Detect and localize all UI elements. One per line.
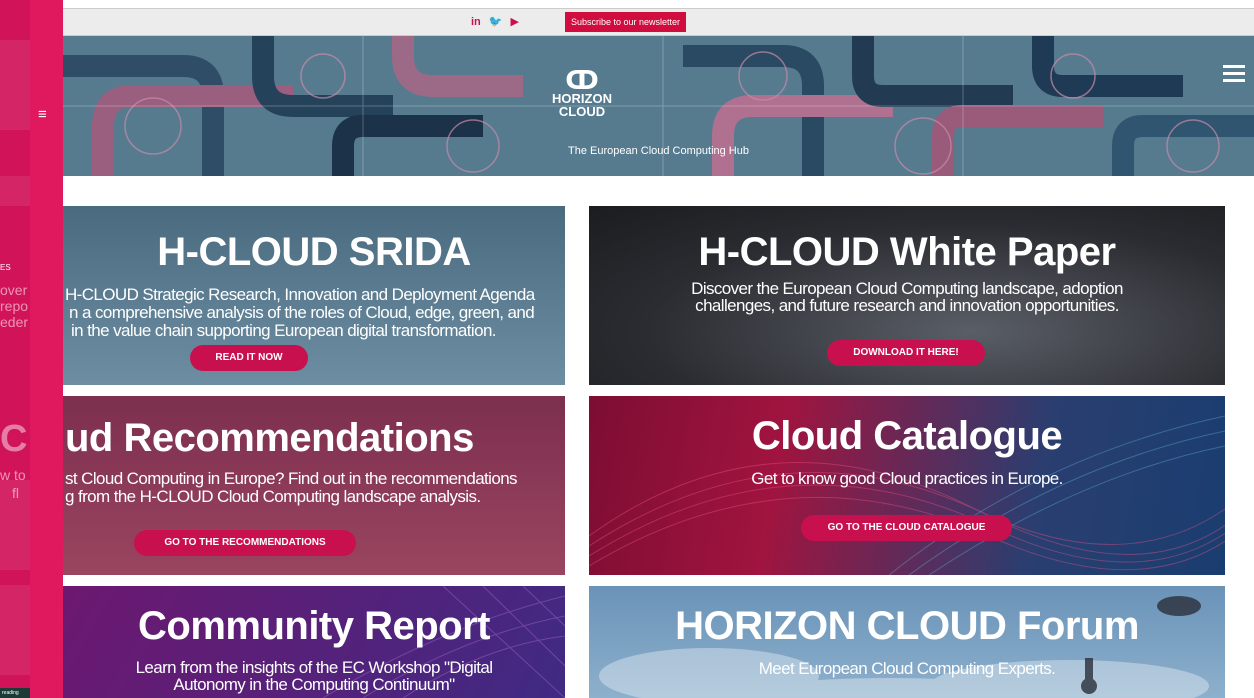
download-button[interactable]: DOWNLOAD IT HERE! xyxy=(827,340,985,366)
card-title: ud Recommendations xyxy=(65,416,474,460)
page: ES over repo eder C w to fl ≡ reading in… xyxy=(0,0,1254,698)
card-community-report: Community Report Learn from the insights… xyxy=(63,586,565,698)
side-panel-strip xyxy=(0,0,30,698)
social-links: in 🐦 ▶ xyxy=(471,15,519,29)
hero-tagline: The European Cloud Computing Hub xyxy=(567,145,749,157)
card-cloud-catalogue: Cloud Catalogue Get to know good Cloud p… xyxy=(589,396,1225,575)
side-fragment-text: C xyxy=(0,418,28,460)
card-description: H-CLOUD Strategic Research, Innovation a… xyxy=(65,285,535,304)
youtube-icon[interactable]: ▶ xyxy=(510,15,518,29)
card-description: st Cloud Computing in Europe? Find out i… xyxy=(65,469,518,488)
side-fragment-text: w to xyxy=(0,467,26,483)
side-fragment-text: ES xyxy=(0,263,11,272)
side-fragment-text: repo xyxy=(0,298,29,314)
card-title: HORIZON CLOUD Forum xyxy=(675,604,1139,648)
card-description: in the value chain supporting European d… xyxy=(71,321,497,340)
card-description: g from the H-CLOUD Cloud Computing lands… xyxy=(65,487,481,506)
card-description: Autonomy in the Computing Continuum" xyxy=(173,675,455,694)
subscribe-button[interactable]: Subscribe to our newsletter xyxy=(565,12,687,32)
card-description: n a comprehensive analysis of the roles … xyxy=(69,303,535,322)
card-description: Get to know good Cloud practices in Euro… xyxy=(751,469,1063,488)
side-fragment-text: eder xyxy=(0,314,29,330)
logo-icon: ↀ xyxy=(565,65,599,95)
read-it-now-button[interactable]: READ IT NOW xyxy=(190,345,308,371)
hero-banner: ↀ HORIZON CLOUD The European Cloud Compu… xyxy=(63,36,1254,176)
side-panel: ES over repo eder C w to fl ≡ reading xyxy=(0,0,63,698)
side-fragment-text: fl xyxy=(12,485,19,501)
card-title: Community Report xyxy=(138,604,491,648)
card-forum: HORIZON CLOUD Forum Meet European Cloud … xyxy=(589,586,1225,698)
logo-line-2: CLOUD xyxy=(558,104,606,119)
card-title: Cloud Catalogue xyxy=(751,414,1063,458)
side-fragment-text: over xyxy=(0,282,28,298)
card-title: H-CLOUD SRIDA xyxy=(157,230,471,274)
side-badge: reading xyxy=(0,688,30,698)
linkedin-icon[interactable]: in xyxy=(471,15,481,29)
cloud-catalogue-button[interactable]: GO TO THE CLOUD CATALOGUE xyxy=(801,515,1012,541)
side-menu-icon[interactable]: ≡ xyxy=(38,107,47,122)
horizon-cloud-logo[interactable]: ↀ HORIZON CLOUD xyxy=(545,65,619,119)
card-srida: H-CLOUD SRIDA H-CLOUD Strategic Research… xyxy=(63,206,565,385)
card-description: Meet European Cloud Computing Experts. xyxy=(758,659,1056,678)
recommendations-button[interactable]: GO TO THE RECOMMENDATIONS xyxy=(134,530,356,556)
card-description: challenges, and future research and inno… xyxy=(695,296,1119,315)
top-bar: in 🐦 ▶ Subscribe to our newsletter xyxy=(63,8,1254,36)
card-title: H-CLOUD White Paper xyxy=(698,230,1116,274)
card-recommendations: ud Recommendations st Cloud Computing in… xyxy=(63,396,565,575)
hamburger-menu-icon[interactable] xyxy=(1223,65,1245,82)
card-white-paper: H-CLOUD White Paper Discover the Europea… xyxy=(589,206,1225,385)
twitter-icon[interactable]: 🐦 xyxy=(489,15,503,29)
